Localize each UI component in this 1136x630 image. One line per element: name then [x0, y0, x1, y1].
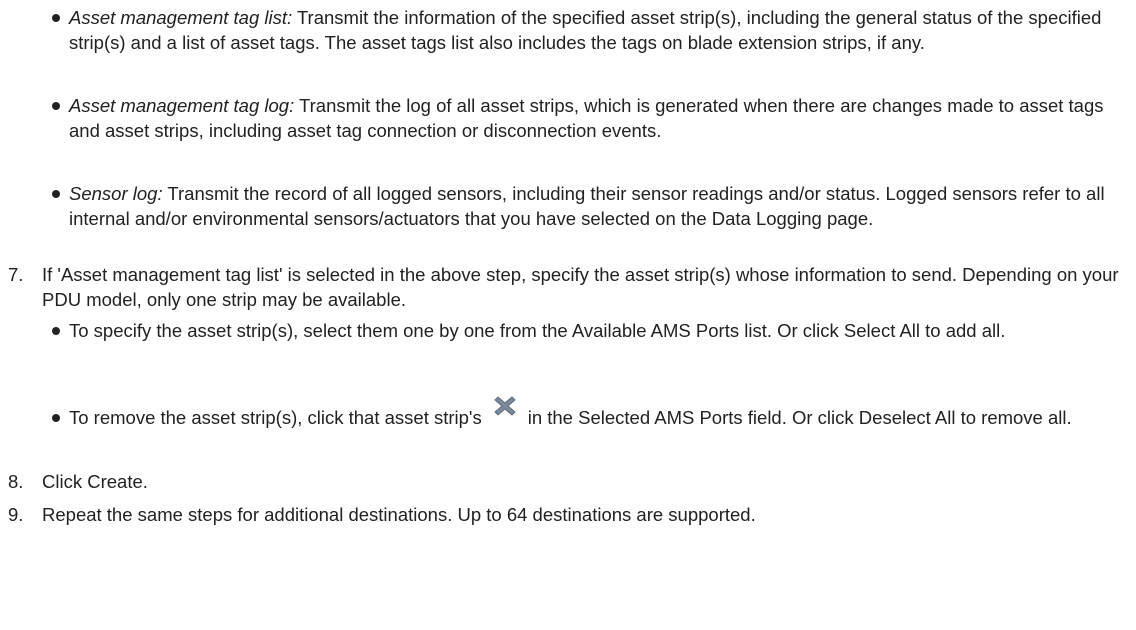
step-7: 7. If 'Asset management tag list' is sel…: [8, 262, 1128, 312]
bullet-term: Asset management tag log:: [69, 95, 295, 116]
bullet-body: Transmit the record of all logged sensor…: [69, 183, 1105, 229]
bullet-remove-strips: To remove the asset strip(s), click that…: [52, 396, 1132, 430]
bullet-body-before: To remove the asset strip(s), click that…: [69, 407, 482, 428]
step-text: Click Create.: [42, 471, 148, 492]
step-8: 8. Click Create.: [8, 469, 1128, 494]
remove-x-icon: [493, 395, 516, 417]
bullet-text: Asset management tag list: Transmit the …: [69, 5, 1132, 55]
remove-x-icon-svg: [493, 396, 516, 416]
bullet-term: Asset management tag list:: [69, 7, 293, 28]
bullet-dot: [52, 414, 60, 422]
bullet-dot: [52, 102, 60, 110]
step-text: Repeat the same steps for additional des…: [42, 504, 756, 525]
step-number: 7.: [8, 264, 24, 285]
bullet-text: Sensor log: Transmit the record of all l…: [69, 181, 1132, 231]
bullet-asset-tag-list: Asset management tag list: Transmit the …: [52, 5, 1132, 55]
bullet-sensor-log: Sensor log: Transmit the record of all l…: [52, 181, 1132, 231]
step-number: 9.: [8, 504, 24, 525]
bullet-dot: [52, 14, 60, 22]
bullet-text: Asset management tag log: Transmit the l…: [69, 93, 1132, 143]
bullet-dot: [52, 327, 60, 335]
bullet-specify-strips: To specify the asset strip(s), select th…: [52, 318, 1132, 343]
bullet-asset-tag-log: Asset management tag log: Transmit the l…: [52, 93, 1132, 143]
bullet-text: To specify the asset strip(s), select th…: [69, 320, 1006, 341]
bullet-body-after: in the Selected AMS Ports field. Or clic…: [527, 407, 1072, 428]
bullet-term: Sensor log:: [69, 183, 163, 204]
step-number: 8.: [8, 471, 24, 492]
document-page: Asset management tag list: Transmit the …: [0, 0, 1136, 630]
step-9: 9. Repeat the same steps for additional …: [8, 502, 1128, 527]
step-text: If 'Asset management tag list' is select…: [42, 264, 1119, 310]
bullet-dot: [52, 190, 60, 198]
bullet-text: To remove the asset strip(s), click that…: [69, 396, 1132, 430]
